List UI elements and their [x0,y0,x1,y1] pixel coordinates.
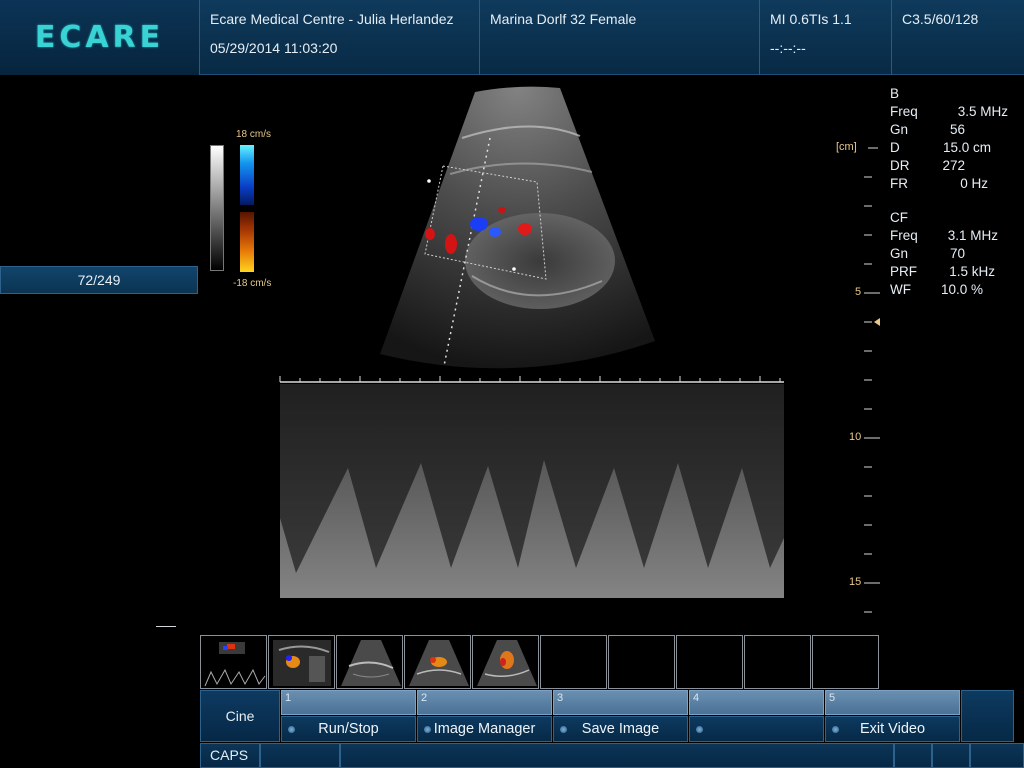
thumbnail-color-flow[interactable] [268,635,335,689]
knob-indicator-icon [696,726,703,733]
softkey-5[interactable]: 5 Exit Video [825,690,960,742]
cine-frame-counter[interactable]: 72/249 [0,266,198,294]
knob-indicator-icon [560,726,567,733]
thumbnail-empty[interactable] [812,635,879,689]
status-cell [970,743,1024,768]
softkey-3[interactable]: 3 Save Image [553,690,688,742]
image-manager-button[interactable]: Image Manager [417,716,552,742]
knob-indicator-icon [424,726,431,733]
thumbnail-empty[interactable] [676,635,743,689]
softkey-label: Exit Video [859,721,926,737]
logo-area: ECARE [0,0,200,75]
param-row: FR 0 Hz [890,176,1020,194]
cine-button[interactable]: Cine [200,690,280,742]
param-row: WF 10.0 % [890,282,1020,300]
exam-timer: --:--:-- [770,40,806,56]
softkey-number: 4 [689,690,824,715]
status-bar: CAPS [200,743,1024,768]
patient-cell: Marina Dorlf 32 Female [480,0,760,75]
param-row: Gn 56 [890,122,1020,140]
save-image-button[interactable]: Save Image [553,716,688,742]
softkey-2[interactable]: 2 Image Manager [417,690,552,742]
softkey-label: Save Image [581,721,660,737]
thumbnail-bmode-1[interactable] [336,635,403,689]
mechanical-thermal-index: MI 0.6TIs 1.1 [770,11,852,27]
imaging-parameters: B Freq 3.5 MHz Gn 56 D 15.0 cm DR 272 FR… [890,86,1020,300]
param-value: 3.5 MHz [957,104,1008,119]
run-stop-button[interactable]: Run/Stop [281,716,416,742]
b-mode-params: Freq 3.5 MHz Gn 56 D 15.0 cm DR 272 FR 0… [890,104,1020,194]
param-row: DR 272 [890,158,1020,176]
depth-scale: [cm] 5 10 15 [834,76,884,632]
softkey-4[interactable]: 4 [689,690,824,742]
softkey-number: 3 [553,690,688,715]
status-cell [260,743,340,768]
param-value: 70 [949,246,965,261]
cf-mode-params: Freq 3.1 MHz Gn 70 PRF 1.5 kHz WF 10.0 % [890,228,1020,300]
param-value: 272 [942,158,965,173]
exam-datetime: 05/29/2014 11:03:20 [210,40,338,56]
cine-thumbnail-strip [200,635,880,689]
thumbnail-empty[interactable] [608,635,675,689]
param-value: 10.0 % [940,282,983,297]
left-panel: 72/249 [0,76,200,688]
param-value: 56 [949,122,965,137]
left-panel-marker [156,626,176,627]
knob-indicator-icon [832,726,839,733]
probe-cell: C3.5/60/128 [892,0,1024,75]
thumbnail-color-flow-3[interactable] [472,635,539,689]
depth-unit-label: [cm] [836,141,857,153]
spectral-doppler-trace [279,376,784,598]
ultrasound-image-area[interactable]: 18 cm/s -18 cm/s [200,76,880,632]
empty-softkey-button[interactable] [689,716,824,742]
thumbnail-doppler[interactable] [200,635,267,689]
knob-indicator-icon [288,726,295,733]
patient-info: Marina Dorlf 32 Female [490,11,637,27]
depth-label-10: 10 [849,431,862,443]
param-row: D 15.0 cm [890,140,1020,158]
depth-label-5: 5 [855,286,862,298]
status-cell [932,743,970,768]
param-value: 3.1 MHz [947,228,998,243]
param-row: Freq 3.5 MHz [890,104,1020,122]
softkey-label: Run/Stop [318,721,379,737]
param-row: Gn 70 [890,246,1020,264]
ecare-logo: ECARE [34,20,165,55]
param-value: 0 Hz [960,176,988,191]
thumbnail-empty[interactable] [744,635,811,689]
cf-mode-title: CF [890,210,908,225]
param-row: PRF 1.5 kHz [890,264,1020,282]
softkey-bar: Cine 1 Run/Stop 2 Image Manager 3 Save I… [200,690,1014,742]
institution-name: Ecare Medical Centre - Julia Herlandez [210,11,454,27]
softkey-number: 5 [825,690,960,715]
param-value: 1.5 kHz [949,264,995,279]
softkey-number: 1 [281,690,416,715]
depth-ticks [864,147,880,613]
softkey-1[interactable]: 1 Run/Stop [281,690,416,742]
b-mode-title: B [890,86,900,101]
institution-cell: Ecare Medical Centre - Julia Herlandez 0… [200,0,480,75]
indices-cell: MI 0.6TIs 1.1 --:--:-- [760,0,892,75]
probe-info: C3.5/60/128 [902,11,979,27]
thumbnail-color-flow-2[interactable] [404,635,471,689]
softkey-label: Image Manager [433,721,536,737]
header-bar: ECARE Ecare Medical Centre - Julia Herla… [0,0,1024,75]
softkey-end-cap [961,690,1014,742]
status-cell [340,743,894,768]
status-cell [894,743,932,768]
param-value: 15.0 cm [942,140,991,155]
exit-video-button[interactable]: Exit Video [825,716,960,742]
thumbnail-empty[interactable] [540,635,607,689]
caps-lock-indicator: CAPS [200,743,260,768]
softkey-number: 2 [417,690,552,715]
param-row: Freq 3.1 MHz [890,228,1020,246]
depth-label-15: 15 [849,576,862,588]
